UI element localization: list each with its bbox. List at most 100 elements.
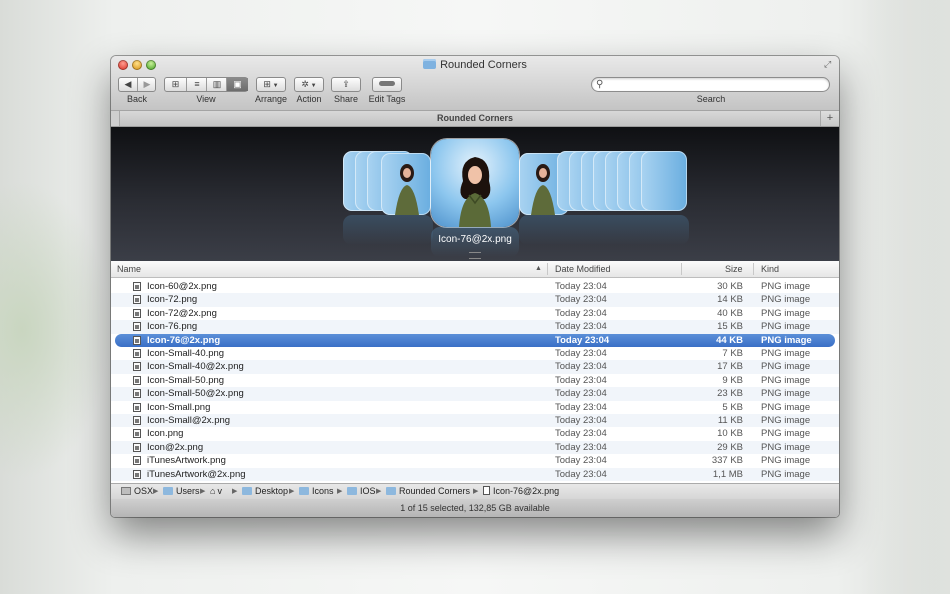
status-bar: 1 of 15 selected, 132,85 GB available <box>111 499 839 517</box>
column-header-name[interactable]: Name <box>117 261 141 277</box>
arrange-button[interactable]: ⊞ ▼ <box>256 77 286 92</box>
fullscreen-icon[interactable]: ⤢ <box>824 60 833 69</box>
file-kind: PNG image <box>761 348 811 359</box>
edit-tags-label: Edit Tags <box>368 94 406 104</box>
file-kind: PNG image <box>761 455 811 467</box>
path-separator-icon: ▶ <box>153 488 159 495</box>
folder-icon <box>299 487 309 495</box>
list-item[interactable]: Icon-Small-40.png Today 23:04 7 KB PNG i… <box>111 347 839 360</box>
cover-flow-view-button[interactable]: ▣ <box>226 78 248 91</box>
path-item-users[interactable]: Users <box>163 484 200 499</box>
cover-flow-item[interactable] <box>381 153 431 215</box>
cover-flow-resize-handle[interactable] <box>469 252 481 259</box>
list-item[interactable]: Icon-Small.png Today 23:04 5 KB PNG imag… <box>111 401 839 414</box>
cover-flow-selected-item[interactable] <box>431 139 519 227</box>
path-separator-icon: ▶ <box>337 488 343 495</box>
list-item[interactable]: Icon-Small-50@2x.png Today 23:04 23 KB P… <box>111 387 839 401</box>
path-item-label: Desktop <box>255 486 289 496</box>
tab-bar-left-edge <box>111 111 120 126</box>
list-item[interactable]: Icon-72.png Today 23:04 14 KB PNG image <box>111 293 839 307</box>
list-item[interactable]: iTunesArtwork@2x.png Today 23:04 1,1 MB … <box>111 467 839 481</box>
path-item-rounded-corners[interactable]: Rounded Corners <box>386 484 470 499</box>
sort-ascending-icon: ▲ <box>535 265 542 272</box>
edit-tags-button[interactable] <box>372 77 402 92</box>
list-item[interactable]: iTunesArtwork.png Today 23:04 337 KB PNG… <box>111 454 839 467</box>
column-header-size[interactable]: Size <box>725 261 743 277</box>
list-item[interactable]: Icon-Small-40@2x.png Today 23:04 17 KB P… <box>111 360 839 374</box>
list-item[interactable]: Icon-Small@2x.png Today 23:04 11 KB PNG … <box>111 414 839 428</box>
file-size: 1,1 MB <box>712 468 743 480</box>
file-size: 11 KB <box>717 415 743 426</box>
png-file-icon <box>133 402 141 412</box>
path-item-icons[interactable]: Icons <box>299 484 334 499</box>
list-item[interactable]: Icon-76.png Today 23:04 15 KB PNG image <box>111 320 839 334</box>
column-view-button[interactable]: ▥ <box>206 78 227 91</box>
path-item-ios[interactable]: IOS <box>347 484 376 499</box>
path-item-home[interactable]: ⌂ v <box>210 484 222 499</box>
background-blur-right <box>860 0 950 594</box>
tag-icon <box>379 81 395 86</box>
share-button[interactable]: ⇪ <box>331 77 361 92</box>
file-date: Today 23:04 <box>555 388 607 400</box>
file-kind: PNG image <box>761 334 812 346</box>
column-divider[interactable] <box>547 263 548 275</box>
file-name: Icon@2x.png <box>147 441 204 453</box>
file-date: Today 23:04 <box>555 455 607 467</box>
path-item-label: Icons <box>312 486 334 496</box>
cover-flow-area[interactable]: Icon-76@2x.png <box>111 127 839 261</box>
column-header-date-modified[interactable]: Date Modified <box>555 261 611 277</box>
share-icon: ⇪ <box>342 79 350 89</box>
tab-rounded-corners[interactable]: Rounded Corners <box>111 111 839 127</box>
column-divider[interactable] <box>681 263 682 275</box>
path-item-label: OSX <box>134 486 154 496</box>
share-label: Share <box>333 94 359 104</box>
column-divider[interactable] <box>753 263 754 275</box>
list-item[interactable]: Icon-60@2x.png Today 23:04 30 KB PNG ima… <box>111 280 839 293</box>
window-title: Rounded Corners <box>111 59 839 71</box>
list-item[interactable]: Icon.png Today 23:04 10 KB PNG image <box>111 427 839 440</box>
png-file-icon <box>133 335 141 345</box>
back-button[interactable]: ◀ <box>119 78 137 91</box>
png-file-icon <box>133 389 141 399</box>
new-tab-button[interactable]: + <box>820 111 839 126</box>
file-size: 9 KB <box>722 374 743 386</box>
list-item-selected[interactable]: Icon-76@2x.png Today 23:04 44 KB PNG ima… <box>115 333 835 347</box>
search-input[interactable] <box>608 78 818 91</box>
file-size: 337 KB <box>711 455 743 467</box>
disk-icon <box>121 487 131 495</box>
icon-view-button[interactable]: ⊞ <box>165 78 186 91</box>
background-blur-left <box>0 180 110 480</box>
column-header-kind[interactable]: Kind <box>761 261 779 277</box>
back-forward-control: ◀ ▶ <box>118 77 156 92</box>
path-item-osx[interactable]: OSX <box>121 484 153 499</box>
file-list: Name ▲ Date Modified Size Kind Icon-60@2… <box>111 261 839 483</box>
png-file-icon <box>133 349 141 358</box>
file-kind: PNG image <box>761 307 811 319</box>
png-file-icon <box>133 308 141 318</box>
list-item[interactable]: Icon-72@2x.png Today 23:04 40 KB PNG ima… <box>111 307 839 320</box>
forward-button[interactable]: ▶ <box>137 78 156 91</box>
file-kind: PNG image <box>761 401 811 413</box>
path-item-label: IOS <box>360 486 376 496</box>
file-size: 40 KB <box>717 307 743 319</box>
view-switcher: ⊞ ≡ ▥ ▣ <box>164 77 248 92</box>
file-size: 29 KB <box>717 441 743 453</box>
path-item-label: Icon-76@2x.png <box>493 486 560 496</box>
file-name: Icon-72.png <box>147 294 198 306</box>
search-field[interactable]: ⚲ <box>591 77 830 92</box>
file-date: Today 23:04 <box>555 468 607 480</box>
folder-icon <box>423 59 437 69</box>
chevron-down-icon: ▼ <box>308 83 317 89</box>
home-icon: ⌂ <box>210 486 216 496</box>
path-item-desktop[interactable]: Desktop <box>242 484 288 499</box>
action-button[interactable]: ✲ ▼ <box>294 77 324 92</box>
path-item-file[interactable]: Icon-76@2x.png <box>483 484 559 499</box>
arrange-grid-icon: ⊞ <box>263 79 271 89</box>
list-header: Name ▲ Date Modified Size Kind <box>111 261 839 278</box>
list-view-button[interactable]: ≡ <box>186 78 207 91</box>
cover-flow-item[interactable] <box>641 151 687 211</box>
folder-icon <box>347 487 357 495</box>
list-item[interactable]: Icon-Small-50.png Today 23:04 9 KB PNG i… <box>111 374 839 387</box>
file-name: iTunesArtwork@2x.png <box>147 468 246 480</box>
list-item[interactable]: Icon@2x.png Today 23:04 29 KB PNG image <box>111 440 839 455</box>
